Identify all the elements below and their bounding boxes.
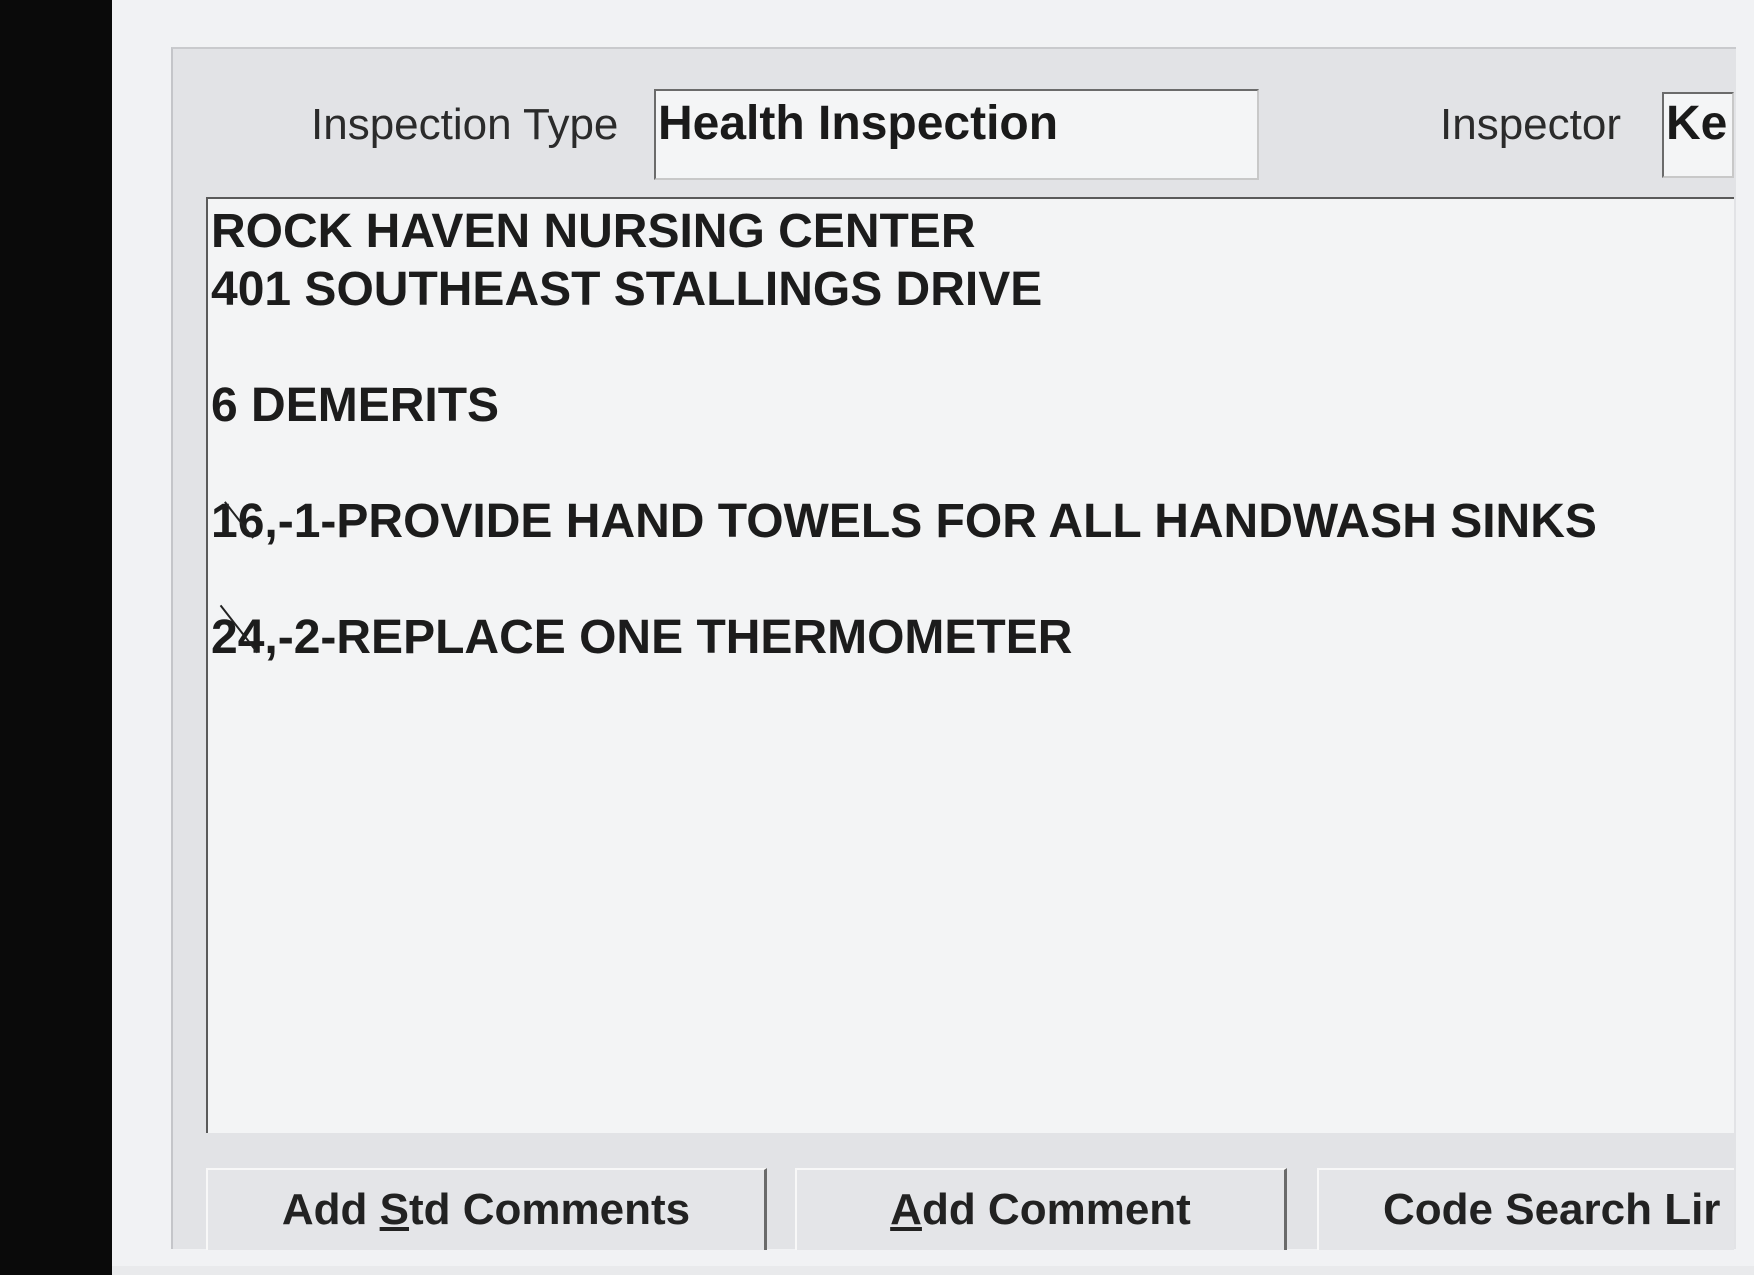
page-bottom-edge [112, 1266, 1754, 1275]
comment-line-violation-1: 16,-1-PROVIDE HAND TOWELS FOR ALL HANDWA… [211, 495, 1597, 548]
comment-line-violation-2: 24,-2-REPLACE ONE THERMOMETER [211, 611, 1073, 664]
inspection-type-label: Inspection Type [311, 100, 619, 149]
add-comment-button[interactable]: Add Comment [795, 1168, 1287, 1250]
add-comment-accel: A [890, 1185, 922, 1234]
add-comment-label-post: dd Comment [921, 1185, 1191, 1234]
add-std-comments-label-pre: Add [281, 1185, 380, 1234]
comments-textarea[interactable]: ROCK HAVEN NURSING CENTER 401 SOUTHEAST … [206, 197, 1734, 1133]
add-std-comments-accel: S [379, 1185, 409, 1234]
inspector-field[interactable]: Ke [1662, 92, 1734, 178]
inspection-type-field[interactable]: Health Inspection [654, 89, 1259, 180]
comment-line-demerits: 6 DEMERITS [211, 379, 500, 432]
inspector-value: Ke [1666, 97, 1728, 150]
code-search-label: Code Search Lir [1383, 1185, 1721, 1234]
comment-line-address: 401 SOUTHEAST STALLINGS DRIVE [211, 263, 1043, 316]
add-std-comments-button[interactable]: Add Std Comments [206, 1168, 767, 1250]
code-search-button[interactable]: Code Search Lir [1317, 1168, 1734, 1250]
inspection-type-value: Health Inspection [658, 97, 1059, 150]
inspector-label: Inspector [1440, 100, 1621, 149]
comment-line-facility: ROCK HAVEN NURSING CENTER [211, 205, 976, 258]
add-std-comments-label-post: td Comments [409, 1185, 691, 1234]
